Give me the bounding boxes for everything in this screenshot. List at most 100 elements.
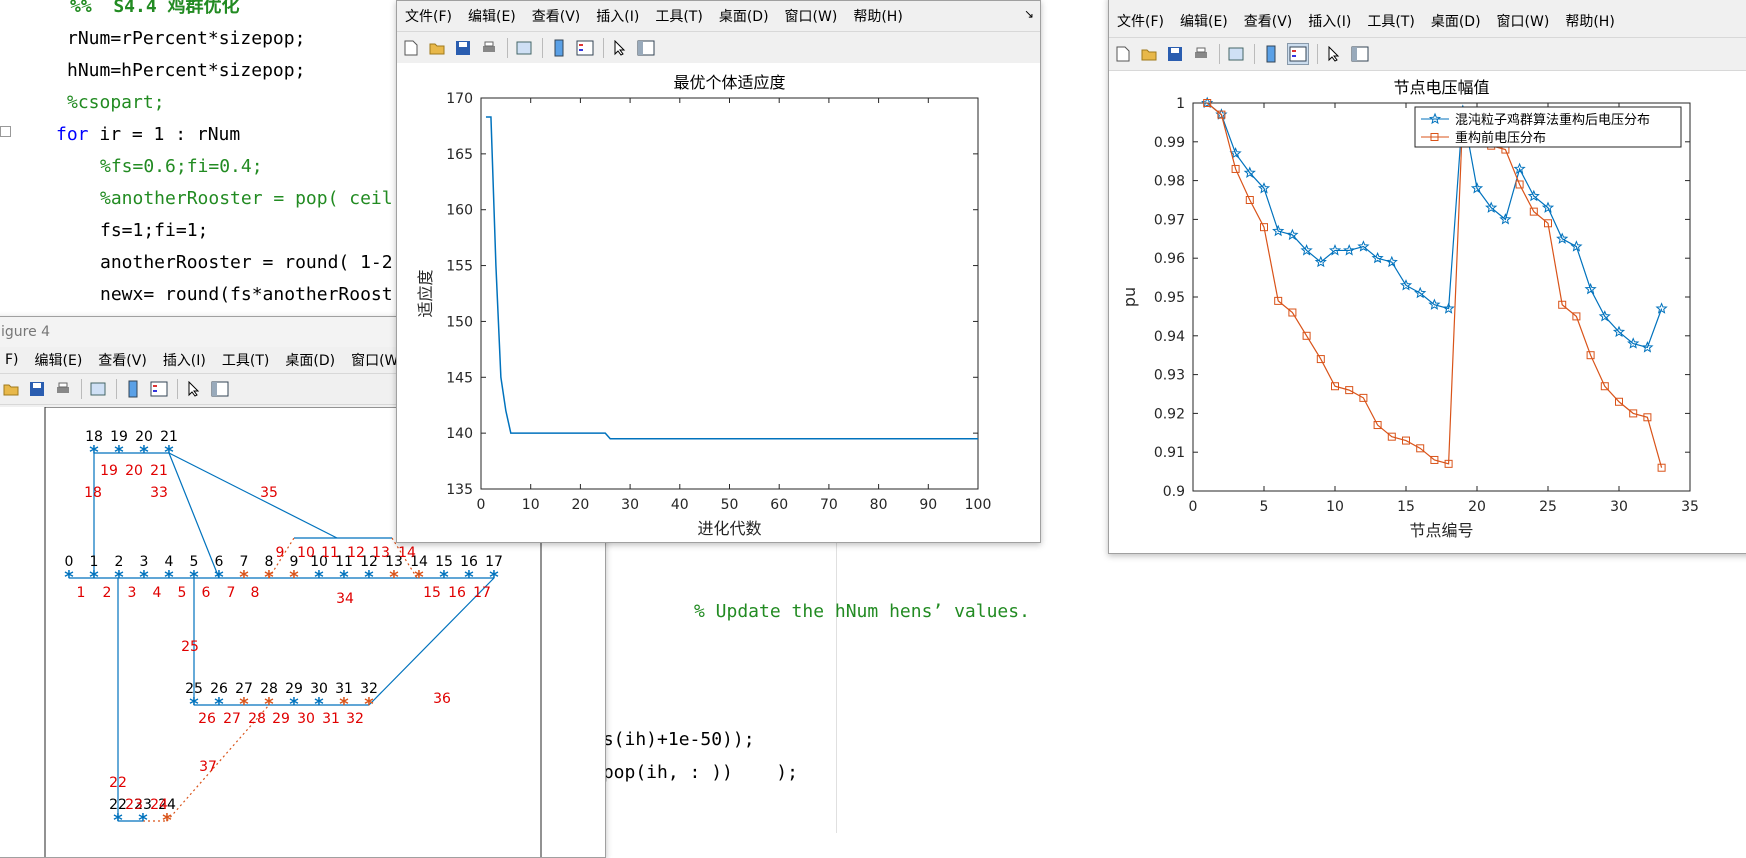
colorbar-icon[interactable] xyxy=(1261,44,1281,64)
voltage-canvas: 0 5 10 15 20 25 30 35 0.9 0.91 0.92 0.93 0.94 0.95 0.9… xyxy=(1109,71,1746,553)
property-editor-icon[interactable] xyxy=(636,38,656,58)
fitness-menu-item[interactable]: 编辑(E) xyxy=(460,6,524,26)
colorbar-icon[interactable] xyxy=(549,38,569,58)
branch-label: 25 xyxy=(181,639,199,655)
node-marker: * xyxy=(114,567,124,588)
legend-icon[interactable] xyxy=(575,38,595,58)
save-icon[interactable] xyxy=(453,38,473,58)
y-tick-label: 0.97 xyxy=(1154,212,1185,228)
node-marker: * xyxy=(289,567,299,588)
code-line: hNum=hPercent*sizepop; xyxy=(67,60,306,81)
link-plot-icon[interactable] xyxy=(88,379,108,399)
x-tick-label: 90 xyxy=(919,497,937,513)
node-marker: * xyxy=(364,567,374,588)
branch-label: 29 xyxy=(272,711,290,727)
node-label: 21 xyxy=(160,429,178,445)
fitness-chart: 0 10 20 30 40 50 60 70 80 90 100 135 140 145 150 155 160… xyxy=(416,73,991,538)
x-tick-label: 60 xyxy=(770,497,788,513)
voltage-menu-item[interactable]: 查看(V) xyxy=(1236,11,1301,31)
y-tick-label: 0.92 xyxy=(1154,406,1185,422)
y-tick-label: 170 xyxy=(446,91,473,107)
node-marker: * xyxy=(89,442,99,463)
voltage-figure-window[interactable]: 文件(F) 编辑(E) 查看(V) 插入(I) 工具(T) 桌面(D) 窗口(W) 帮助(H)… xyxy=(1108,0,1746,554)
fitness-menu-item[interactable]: 插入(I) xyxy=(588,6,647,26)
dock-icon[interactable]: ↘ xyxy=(1024,7,1034,21)
y-tick-label: 165 xyxy=(446,147,473,163)
x-axis-label: 进化代数 xyxy=(697,519,761,538)
fitness-menu-item[interactable]: 查看(V) xyxy=(524,6,589,26)
code-line: rNum=rPercent*sizepop; xyxy=(67,28,306,49)
open-folder-icon[interactable] xyxy=(427,38,447,58)
figure4-menu-item[interactable]: 查看(V) xyxy=(90,350,155,370)
voltage-menu-item[interactable]: 编辑(E) xyxy=(1172,11,1236,31)
figure4-menu-item[interactable]: 插入(I) xyxy=(155,350,214,370)
new-figure-icon[interactable] xyxy=(1113,44,1133,64)
property-editor-icon[interactable] xyxy=(210,379,230,399)
branch-label: 2 xyxy=(103,585,112,601)
node-marker: * xyxy=(264,567,274,588)
link-plot-icon[interactable] xyxy=(514,38,534,58)
node-marker: * xyxy=(113,810,123,831)
fitness-menu-item[interactable]: 桌面(D) xyxy=(711,6,777,26)
new-figure-icon[interactable] xyxy=(401,38,421,58)
open-folder-icon[interactable] xyxy=(1,379,21,399)
x-tick-label: 5 xyxy=(1260,499,1269,515)
y-tick-label: 0.99 xyxy=(1154,135,1185,151)
fitness-menu-item[interactable]: 窗口(W) xyxy=(777,6,846,26)
fitness-menu-item[interactable]: 帮助(H) xyxy=(845,6,910,26)
node-label: 28 xyxy=(260,681,278,697)
code-line: anotherRooster = round( 1-2 xyxy=(100,252,393,273)
voltage-menu-item[interactable]: 窗口(W) xyxy=(1489,11,1558,31)
voltage-menu-item[interactable]: 工具(T) xyxy=(1359,11,1422,31)
figure4-menu-item[interactable]: 桌面(D) xyxy=(277,350,343,370)
branch-label: 28 xyxy=(248,711,266,727)
x-tick-label: 10 xyxy=(522,497,540,513)
print-icon[interactable] xyxy=(1191,44,1211,64)
node-label: 29 xyxy=(285,681,303,697)
print-icon[interactable] xyxy=(53,379,73,399)
branch-label: 3 xyxy=(128,585,137,601)
save-icon[interactable] xyxy=(27,379,47,399)
node-marker: * xyxy=(364,694,374,715)
voltage-menu-item[interactable]: 桌面(D) xyxy=(1423,11,1489,31)
branch-label: 17 xyxy=(473,585,491,601)
node-marker: * xyxy=(162,810,172,831)
colorbar-icon[interactable] xyxy=(123,379,143,399)
x-tick-label: 70 xyxy=(820,497,838,513)
branch-label: 37 xyxy=(199,759,217,775)
node-marker: * xyxy=(189,567,199,588)
print-icon[interactable] xyxy=(479,38,499,58)
link-plot-icon[interactable] xyxy=(1226,44,1246,64)
node-label: 5 xyxy=(190,554,199,570)
node-label: 19 xyxy=(110,429,128,445)
pointer-icon[interactable] xyxy=(1324,44,1344,64)
voltage-menu-item[interactable]: 帮助(H) xyxy=(1557,11,1622,31)
window-title: igure 4 xyxy=(1,324,51,340)
pointer-icon[interactable] xyxy=(610,38,630,58)
legend-icon[interactable] xyxy=(149,379,169,399)
voltage-menu-item[interactable]: 文件(F) xyxy=(1109,11,1172,31)
node-label: 15 xyxy=(435,554,453,570)
fitness-menu-item[interactable]: 文件(F) xyxy=(397,6,460,26)
node-label: 26 xyxy=(210,681,228,697)
y-tick-label: 0.94 xyxy=(1154,329,1185,345)
figure4-menu-item[interactable]: 工具(T) xyxy=(214,350,277,370)
node-label: 30 xyxy=(310,681,328,697)
code-line: %csopart; xyxy=(67,92,165,113)
node-label: 32 xyxy=(360,681,378,697)
fitness-menu-item[interactable]: 工具(T) xyxy=(647,6,710,26)
voltage-menu-item[interactable]: 插入(I) xyxy=(1300,11,1359,31)
save-icon[interactable] xyxy=(1165,44,1185,64)
property-editor-icon[interactable] xyxy=(1350,44,1370,64)
node-marker: * xyxy=(239,567,249,588)
figure4-menu-item[interactable]: 编辑(E) xyxy=(27,350,91,370)
fitness-figure-window[interactable]: 文件(F) 编辑(E) 查看(V) 插入(I) 工具(T) 桌面(D) 窗口(W) 帮助(H)… xyxy=(396,0,1041,543)
open-folder-icon[interactable] xyxy=(1139,44,1159,64)
legend-icon[interactable] xyxy=(1287,43,1309,65)
y-tick-label: 140 xyxy=(446,426,473,442)
y-tick-label: 135 xyxy=(446,482,473,498)
fold-toggle-icon[interactable] xyxy=(0,126,11,137)
pointer-icon[interactable] xyxy=(184,379,204,399)
figure4-menu-item[interactable]: F) xyxy=(0,352,27,368)
node-marker: * xyxy=(164,442,174,463)
